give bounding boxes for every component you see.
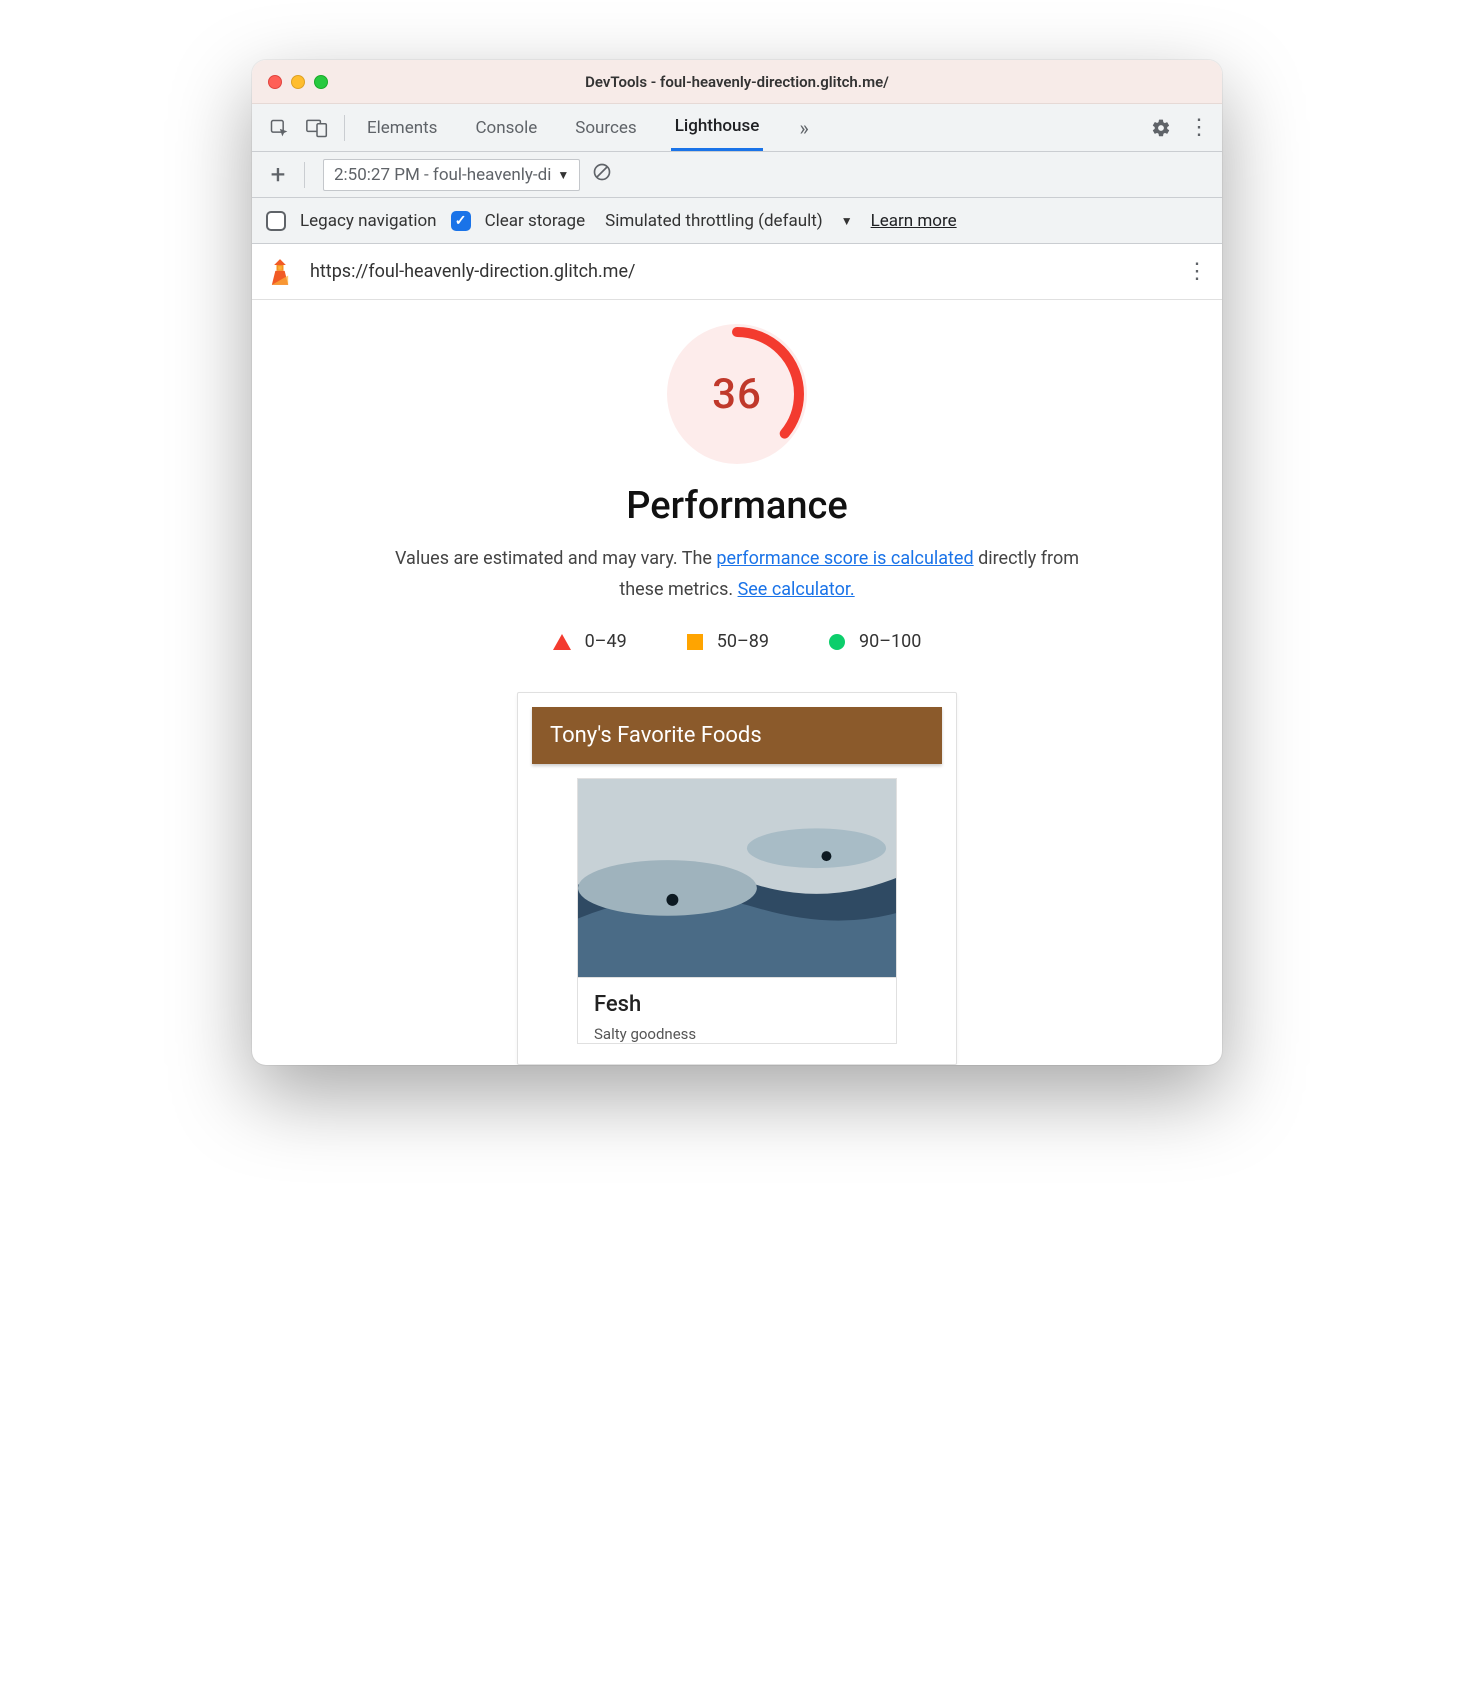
- throttling-select[interactable]: ▼: [841, 214, 853, 228]
- lighthouse-settings-bar: Legacy navigation Clear storage Simulate…: [252, 198, 1222, 244]
- window-title: DevTools - foul-heavenly-direction.glitc…: [252, 73, 1222, 91]
- traffic-lights: [268, 75, 328, 89]
- legend-bad: 0–49: [553, 631, 627, 652]
- lighthouse-logo-icon: [266, 258, 294, 286]
- tab-sources[interactable]: Sources: [571, 104, 640, 151]
- legend-mid: 50–89: [687, 631, 769, 652]
- circle-icon: [829, 634, 845, 650]
- learn-more-link[interactable]: Learn more: [871, 211, 957, 231]
- report-url: https://foul-heavenly-direction.glitch.m…: [310, 261, 635, 282]
- devtools-tab-bar: Elements Console Sources Lighthouse » ⋮: [252, 104, 1222, 152]
- score-legend: 0–49 50–89 90–100: [292, 631, 1182, 652]
- title-bar: DevTools - foul-heavenly-direction.glitc…: [252, 60, 1222, 104]
- clear-storage-label: Clear storage: [485, 211, 586, 231]
- toggle-device-icon[interactable]: [304, 115, 330, 141]
- kebab-menu-icon[interactable]: ⋮: [1186, 115, 1212, 141]
- card-item-title: Fesh: [594, 992, 880, 1017]
- card-image: [577, 778, 897, 978]
- triangle-icon: [553, 634, 571, 650]
- performance-score-gauge: 36: [667, 324, 807, 464]
- tab-lighthouse[interactable]: Lighthouse: [671, 104, 764, 151]
- performance-description: Values are estimated and may vary. The p…: [377, 544, 1097, 605]
- see-calculator-link[interactable]: See calculator.: [738, 579, 855, 600]
- report-url-bar: https://foul-heavenly-direction.glitch.m…: [252, 244, 1222, 300]
- divider: [344, 115, 345, 141]
- lighthouse-action-bar: + 2:50:27 PM - foul-heavenly-di ▼: [252, 152, 1222, 198]
- inspect-element-icon[interactable]: [266, 115, 292, 141]
- performance-score-value: 36: [667, 324, 807, 464]
- chevron-down-icon: ▼: [557, 168, 569, 182]
- tab-console[interactable]: Console: [471, 104, 541, 151]
- legend-good: 90–100: [829, 631, 921, 652]
- panel-tabs: Elements Console Sources Lighthouse »: [363, 104, 815, 151]
- clear-all-icon[interactable]: [592, 162, 612, 187]
- lighthouse-report: 36 Performance Values are estimated and …: [252, 300, 1222, 1065]
- legacy-navigation-label: Legacy navigation: [300, 211, 437, 231]
- clear-storage-checkbox[interactable]: [451, 211, 471, 231]
- zoom-window-button[interactable]: [314, 75, 328, 89]
- performance-heading: Performance: [292, 484, 1182, 528]
- report-menu-icon[interactable]: ⋮: [1186, 259, 1208, 284]
- filmstrip-card: Tony's Favorite Foods Fesh Salty goodnes…: [517, 692, 957, 1065]
- report-select-label: 2:50:27 PM - foul-heavenly-di: [334, 165, 551, 185]
- tab-elements[interactable]: Elements: [363, 104, 441, 151]
- throttling-select-label: Simulated throttling (default): [605, 211, 823, 231]
- card-item-subtitle: Salty goodness: [594, 1025, 880, 1043]
- divider: [304, 162, 305, 188]
- devtools-window: DevTools - foul-heavenly-direction.glitc…: [252, 60, 1222, 1065]
- legacy-navigation-checkbox[interactable]: [266, 211, 286, 231]
- new-report-button[interactable]: +: [266, 160, 290, 190]
- minimize-window-button[interactable]: [291, 75, 305, 89]
- performance-score-link[interactable]: performance score is calculated: [716, 548, 973, 569]
- card-body: Fesh Salty goodness: [577, 978, 897, 1044]
- settings-gear-icon[interactable]: [1148, 115, 1174, 141]
- close-window-button[interactable]: [268, 75, 282, 89]
- more-tabs-icon[interactable]: »: [793, 104, 814, 151]
- report-select[interactable]: 2:50:27 PM - foul-heavenly-di ▼: [323, 159, 580, 191]
- square-icon: [687, 634, 703, 650]
- card-header: Tony's Favorite Foods: [532, 707, 942, 764]
